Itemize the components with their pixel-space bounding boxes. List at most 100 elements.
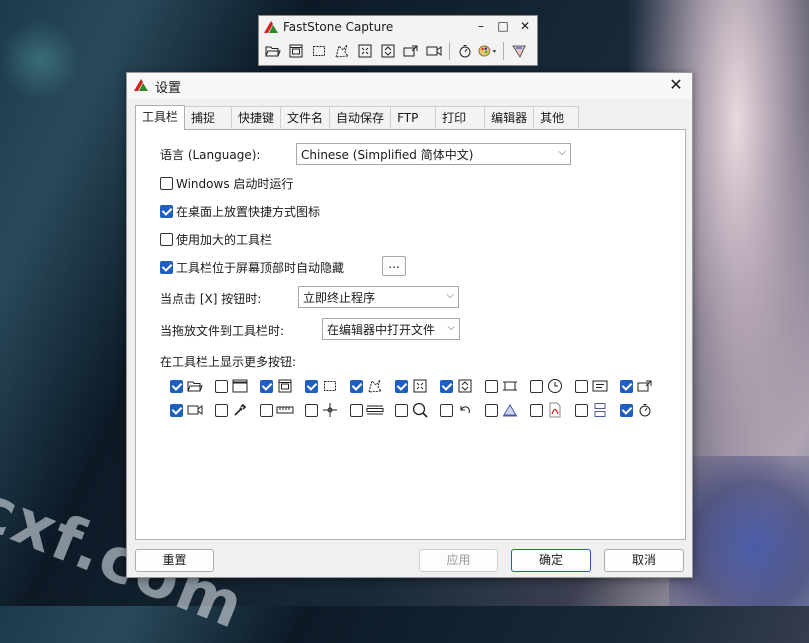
capture-rect-icon[interactable]: [309, 41, 329, 61]
capture-scrolling-checkbox[interactable]: [440, 379, 453, 393]
color-picker-checkbox[interactable]: [215, 403, 228, 417]
more-button-option: [215, 402, 260, 418]
timer-clock-checkbox[interactable]: [530, 379, 543, 393]
pdf-checkbox[interactable]: [530, 403, 543, 417]
tab-ftp[interactable]: FTP: [390, 106, 437, 128]
capture-fullscreen-checkbox[interactable]: [395, 379, 408, 393]
whiteboard-icon: [501, 402, 519, 418]
capture-freehand-icon[interactable]: [332, 41, 352, 61]
capture-scrolling-icon: [456, 378, 474, 394]
close-button[interactable]: ✕: [666, 75, 686, 95]
toolbar-settings-panel: 语言 (Language): Chinese (Simplified 简体中文)…: [135, 129, 686, 540]
magnifier-icon: [411, 402, 429, 418]
tab-other[interactable]: 其他: [533, 106, 580, 128]
capture-window-checkbox[interactable]: [260, 379, 273, 393]
ruler-icon: [276, 402, 294, 418]
large-toolbar-checkbox[interactable]: [160, 233, 173, 246]
close-button[interactable]: ✕: [519, 19, 531, 33]
cancel-button[interactable]: 取消: [604, 549, 684, 572]
autohide-checkbox[interactable]: [160, 261, 173, 274]
open-folder-icon[interactable]: [263, 41, 283, 61]
faststone-logo-icon: [263, 20, 279, 34]
screen-record-icon[interactable]: [424, 41, 444, 61]
minimize-button[interactable]: –: [475, 19, 487, 33]
window-checkbox[interactable]: [215, 379, 228, 393]
settings-titlebar[interactable]: 设置 ✕: [127, 73, 692, 99]
capture-fixed-region-icon: [501, 378, 519, 394]
capture-freehand-checkbox[interactable]: [350, 379, 363, 393]
language-label: 语言 (Language):: [160, 148, 261, 162]
screen-record-checkbox[interactable]: [170, 403, 183, 417]
tab-autosave[interactable]: 自动保存: [329, 106, 392, 128]
large-toolbar-label[interactable]: 使用加大的工具栏: [176, 231, 272, 248]
capture-window-icon[interactable]: [286, 41, 306, 61]
desktop-icon-checkbox[interactable]: [160, 205, 173, 218]
chevron-down-icon: ⌵: [558, 147, 566, 158]
chevron-down-icon: ⌵: [447, 322, 455, 333]
autohide-options-button[interactable]: ...: [382, 256, 406, 276]
ruler-checkbox[interactable]: [260, 403, 273, 417]
tab-capture[interactable]: 捕捉: [184, 106, 233, 128]
more-button-option: [260, 402, 305, 418]
drop-action-select-value: 在编辑器中打开文件: [327, 322, 436, 337]
capture-rect-checkbox[interactable]: [305, 379, 318, 393]
compare-checkbox[interactable]: [575, 403, 588, 417]
stopwatch-icon: [636, 402, 654, 418]
crosshair-checkbox[interactable]: [305, 403, 318, 417]
more-buttons-row-2: [170, 402, 670, 418]
screen-line-checkbox[interactable]: [350, 403, 363, 417]
open-folder-checkbox[interactable]: [170, 379, 183, 393]
background-art-left: [0, 20, 80, 100]
timer-icon[interactable]: [455, 41, 475, 61]
restore-button[interactable]: □: [497, 19, 509, 33]
capture-freehand-icon: [366, 378, 384, 394]
capture-fixed-region-icon[interactable]: [401, 41, 421, 61]
more-button-option: [440, 378, 485, 394]
desktop-icon-label[interactable]: 在桌面上放置快捷方式图标: [176, 203, 320, 220]
capture-fixed-region-checkbox[interactable]: [485, 379, 498, 393]
screen-line-icon: [366, 402, 384, 418]
more-buttons-label: 在工具栏上显示更多按钮:: [160, 355, 297, 369]
palette-menu-icon[interactable]: [478, 41, 498, 61]
more-button-option: [575, 378, 620, 394]
text-checkbox[interactable]: [575, 379, 588, 393]
stopwatch-checkbox[interactable]: [620, 403, 633, 417]
text-icon: [591, 378, 609, 394]
close-action-select[interactable]: 立即终止程序 ⌵: [298, 286, 459, 308]
more-button-option: [530, 402, 575, 418]
export-checkbox[interactable]: [620, 379, 633, 393]
settings-tabs: 工具栏 捕捉 快捷键 文件名 自动保存 FTP 打印 编辑器 其他: [135, 105, 580, 130]
capture-scrolling-icon[interactable]: [378, 41, 398, 61]
startup-checkbox[interactable]: [160, 177, 173, 190]
toolbar-separator: [503, 42, 504, 60]
capture-toolbar-titlebar[interactable]: FastStone Capture – □ ✕: [259, 16, 537, 38]
autohide-label[interactable]: 工具栏位于屏幕顶部时自动隐藏: [176, 259, 344, 276]
close-action-label: 当点击 [X] 按钮时:: [160, 292, 262, 306]
settings-title: 设置: [155, 80, 182, 96]
tab-toolbar[interactable]: 工具栏: [135, 105, 186, 130]
tab-filename[interactable]: 文件名: [280, 106, 331, 128]
tab-editor[interactable]: 编辑器: [484, 106, 535, 128]
apply-button[interactable]: 应用: [419, 549, 498, 572]
compare-icon: [591, 402, 609, 418]
undo-checkbox[interactable]: [440, 403, 453, 417]
ok-button[interactable]: 确定: [511, 549, 591, 572]
capture-fullscreen-icon[interactable]: [355, 41, 375, 61]
whiteboard-checkbox[interactable]: [485, 403, 498, 417]
magnifier-checkbox[interactable]: [395, 403, 408, 417]
tab-hotkeys[interactable]: 快捷键: [231, 106, 282, 128]
settings-icon[interactable]: [509, 41, 529, 61]
tab-print[interactable]: 打印: [435, 106, 486, 128]
startup-label[interactable]: Windows 启动时运行: [176, 175, 293, 192]
language-select[interactable]: Chinese (Simplified 简体中文) ⌵: [296, 143, 571, 165]
open-folder-icon: [186, 378, 204, 394]
more-buttons-row-1: [170, 378, 670, 394]
capture-fullscreen-icon: [411, 378, 429, 394]
drop-action-select[interactable]: 在编辑器中打开文件 ⌵: [322, 318, 460, 340]
crosshair-icon: [321, 402, 339, 418]
language-select-value: Chinese (Simplified 简体中文): [301, 147, 474, 162]
reset-button[interactable]: 重置: [135, 549, 214, 572]
capture-window-icon: [276, 378, 294, 394]
faststone-logo-icon: [133, 78, 149, 95]
more-button-option: [620, 378, 665, 394]
